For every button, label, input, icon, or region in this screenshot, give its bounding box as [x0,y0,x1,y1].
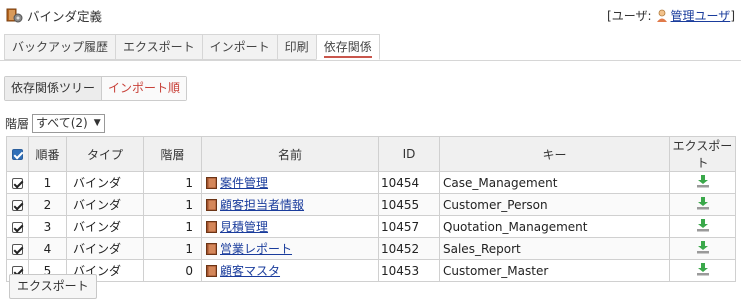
binder-icon [206,264,217,277]
binder-icon [206,242,217,255]
row-checkbox[interactable] [6,193,29,216]
row-id: 10455 [378,193,440,216]
table-row: 2 バインダ 1 顧客担当者情報 10455 Customer_Person [6,193,736,216]
header-key: キー [439,136,670,172]
tab-print[interactable]: 印刷 [276,34,316,60]
level-select-value: すべて(2) [36,116,88,130]
row-key: Quotation_Management [439,215,670,238]
export-download-icon[interactable] [696,174,710,188]
user-info: [ユーザ: 管理ユーザ ] [607,7,735,24]
row-checkbox[interactable] [6,237,29,260]
dependency-tree-button[interactable]: 依存関係ツリー [5,77,103,100]
user-prefix: [ユーザ: [607,9,652,23]
table-row: 1 バインダ 1 案件管理 10454 Case_Management [6,171,736,194]
table-row: 4 バインダ 1 営業レポート 10452 Sales_Report [6,237,736,260]
export-download-icon[interactable] [696,196,710,210]
row-type: バインダ [66,215,144,238]
row-id: 10457 [378,215,440,238]
export-download-icon[interactable] [696,218,710,232]
row-name-cell: 顧客マスタ [201,259,379,282]
row-key: Sales_Report [439,237,670,260]
row-export-cell [669,237,736,260]
header-type: タイプ [66,136,144,172]
row-name-cell: 見積管理 [201,215,379,238]
row-level: 1 [143,171,202,194]
import-order-button[interactable]: インポート順 [102,77,187,100]
select-all-checkbox[interactable] [6,136,29,172]
row-level: 1 [143,237,202,260]
row-export-cell [669,215,736,238]
row-type: バインダ [66,171,144,194]
page-title: バインダ定義 [27,9,103,24]
table-row: 3 バインダ 1 見積管理 10457 Quotation_Management [6,215,736,238]
row-id: 10454 [378,171,440,194]
export-download-icon[interactable] [696,262,710,276]
dependency-table: 順番 タイプ 階層 名前 ID キー エクスポート 1 バインダ 1 案件管理 1045… [6,136,736,282]
row-id: 10452 [378,237,440,260]
tab-dependencies[interactable]: 依存関係 [315,34,380,60]
dropdown-arrow-icon: ▼ [93,118,101,128]
tab-bar: バックアップ履歴 エクスポート インポート 印刷 依存関係 [4,34,380,61]
row-export-cell [669,193,736,216]
row-no: 4 [28,237,67,260]
level-select[interactable]: すべて(2) ▼ [32,114,105,133]
row-checkbox[interactable] [6,171,29,194]
binder-definition-icon [6,8,23,23]
row-name-link[interactable]: 案件管理 [220,174,268,191]
row-type: バインダ [66,193,144,216]
user-name-link[interactable]: 管理ユーザ [671,7,731,24]
row-checkbox[interactable] [6,215,29,238]
user-suffix: ] [730,8,735,23]
tab-divider [0,60,741,61]
tab-backup-history[interactable]: バックアップ履歴 [4,34,116,60]
row-name-link[interactable]: 見積管理 [220,218,268,235]
row-export-cell [669,259,736,282]
export-button[interactable]: エクスポート [9,274,97,299]
row-export-cell [669,171,736,194]
row-name-link[interactable]: 顧客担当者情報 [220,196,304,213]
view-toggle: 依存関係ツリー インポート順 [4,76,188,101]
export-download-icon[interactable] [696,240,710,254]
row-name-cell: 営業レポート [201,237,379,260]
row-name-cell: 案件管理 [201,171,379,194]
binder-icon [206,220,217,233]
row-level: 0 [143,259,202,282]
row-no: 1 [28,171,67,194]
row-name-cell: 顧客担当者情報 [201,193,379,216]
header-id: ID [378,136,440,172]
header-export: エクスポート [669,136,736,172]
level-filter: 階層 すべて(2) ▼ [5,114,105,133]
tab-import[interactable]: インポート [201,34,277,60]
table-row: 5 バインダ 0 顧客マスタ 10453 Customer_Master [6,259,736,282]
binder-icon [206,176,217,189]
row-level: 1 [143,215,202,238]
row-key: Customer_Master [439,259,670,282]
level-filter-label: 階層 [5,117,30,131]
row-no: 2 [28,193,67,216]
row-key: Case_Management [439,171,670,194]
tab-export[interactable]: エクスポート [115,34,202,60]
row-id: 10453 [378,259,440,282]
header-no: 順番 [28,136,67,172]
row-name-link[interactable]: 営業レポート [220,240,292,257]
user-icon [656,9,667,22]
binder-icon [206,198,217,211]
row-level: 1 [143,193,202,216]
header-name: 名前 [201,136,379,172]
row-no: 3 [28,215,67,238]
header-level: 階層 [143,136,202,172]
row-name-link[interactable]: 顧客マスタ [220,262,280,279]
row-type: バインダ [66,237,144,260]
page-header: バインダ定義 [ユーザ: 管理ユーザ ] [0,0,741,30]
row-key: Customer_Person [439,193,670,216]
table-header-row: 順番 タイプ 階層 名前 ID キー エクスポート [6,136,736,172]
